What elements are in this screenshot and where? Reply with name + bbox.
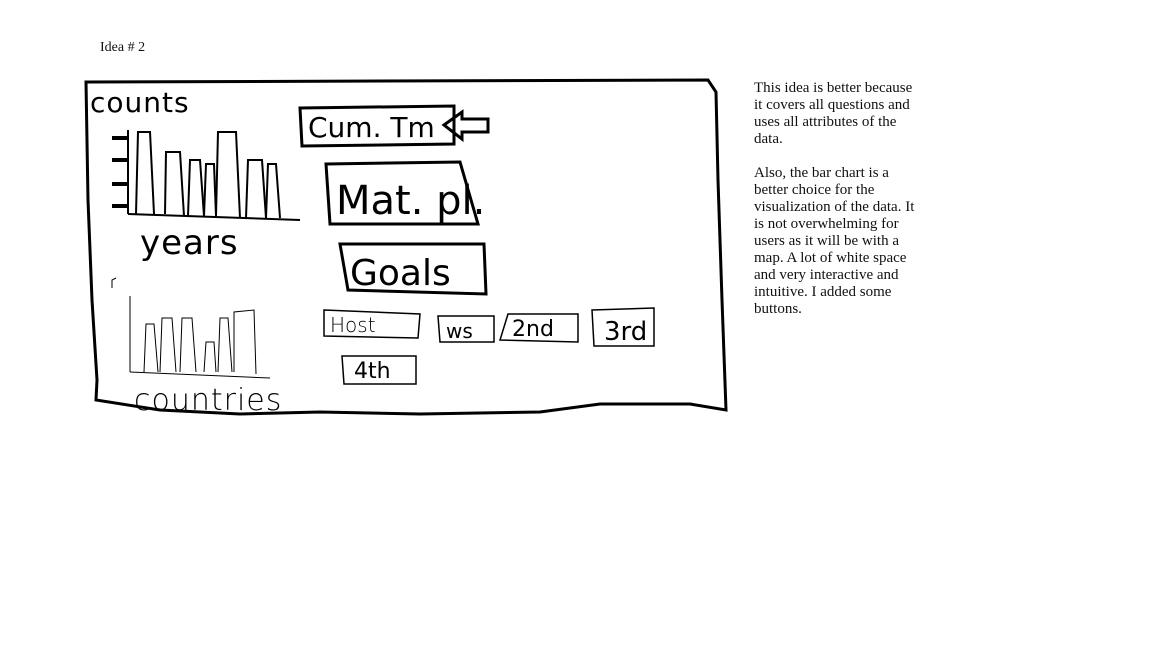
bottom-chart-bar (233, 309, 257, 375)
top-chart-bar (245, 159, 267, 219)
notes-paragraph-1: This idea is better because it covers al… (754, 80, 913, 147)
top-chart-bar (215, 131, 241, 219)
tab-cum-tm-label: Cum. Tm (308, 111, 435, 144)
bottom-chart-tick (111, 277, 117, 288)
top-chart-bar (203, 163, 217, 217)
bottom-chart-x-axis (129, 371, 271, 379)
ws-button[interactable]: ws (437, 315, 495, 343)
notes-paragraph-2: Also, the bar chart is a better choice f… (754, 165, 915, 317)
bottom-chart-bar (143, 323, 159, 373)
tab-mat-pl-label: Mat. pl. (336, 178, 485, 224)
third-place-button-label: 3rd (604, 317, 647, 347)
top-bar-chart: counts years (90, 86, 301, 263)
ws-button-label: ws (446, 319, 473, 343)
bottom-chart-bar (179, 317, 197, 373)
second-place-button[interactable]: 2nd (498, 313, 579, 343)
bottom-chart-x-label: countries (134, 383, 282, 418)
second-place-button-label: 2nd (512, 317, 554, 342)
host-button-label: Host (330, 313, 376, 337)
host-button[interactable]: Host (323, 309, 421, 339)
bottom-chart-bar (203, 341, 217, 373)
top-chart-y-label: counts (90, 86, 190, 119)
bottom-chart-bar (159, 317, 177, 373)
top-chart-bar (164, 151, 185, 217)
bottom-bar-chart: countries (111, 277, 282, 418)
sketch-canvas: counts years countries Cum. Tm Mat. pl. … (84, 78, 728, 418)
top-chart-bar (265, 163, 281, 219)
third-place-button[interactable]: 3rd (591, 307, 655, 347)
notes-panel: This idea is better because it covers al… (754, 80, 919, 335)
arrow-left-icon (441, 109, 490, 143)
top-chart-x-axis (127, 213, 301, 221)
bottom-chart-bar (217, 317, 233, 373)
tab-goals-label: Goals (350, 253, 451, 294)
fourth-place-button[interactable]: 4th (341, 355, 417, 385)
top-chart-bar (135, 131, 155, 215)
top-chart-x-label: years (140, 223, 239, 263)
tab-goals[interactable]: Goals (338, 242, 488, 296)
tab-cum-tm[interactable]: Cum. Tm (298, 104, 456, 148)
fourth-place-button-label: 4th (354, 359, 391, 384)
top-chart-bar (187, 159, 205, 217)
tab-mat-pl[interactable]: Mat. pl. (324, 160, 485, 226)
